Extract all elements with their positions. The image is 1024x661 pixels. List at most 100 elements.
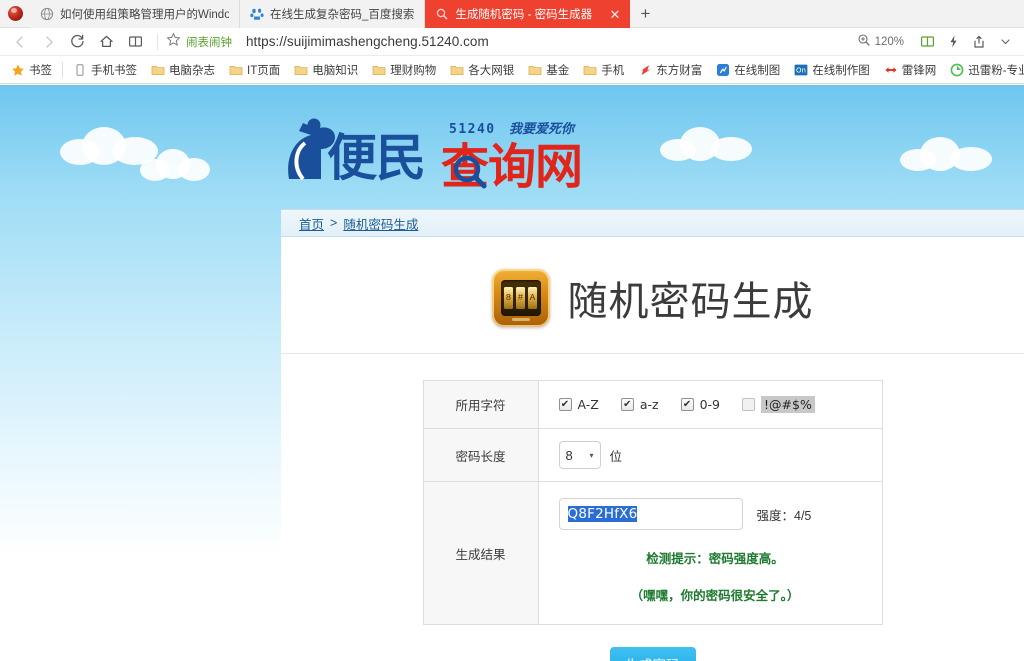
phone-icon (73, 63, 87, 77)
form-row-charset: 所用字符 ✔ A-Z ✔ a-z ✔ 0-9 !@#$% (422, 380, 883, 429)
charset-option-label: 0-9 (699, 397, 721, 412)
bookmark-item-12[interactable]: 雷锋网 (877, 59, 944, 81)
address-bar-url[interactable]: https://suijimimashengcheng.51240.com (244, 34, 855, 49)
eastmoney-icon (638, 63, 652, 77)
on-icon: On (794, 63, 808, 77)
bookmark-item-1[interactable]: 手机书签 (66, 59, 144, 81)
book-icon[interactable] (914, 30, 940, 54)
charset-option-digits[interactable]: ✔ 0-9 (680, 397, 721, 412)
charset-option-symbols[interactable]: !@#$% (742, 396, 815, 413)
length-unit-label: 位 (609, 449, 623, 464)
zoom-level-label: 120% (874, 35, 904, 48)
password-hint-secondary: （嘿嘿，你的密码很安全了。） (630, 589, 800, 603)
result-row-label: 生成结果 (422, 481, 539, 625)
bookmark-shortcut-label: 闹表闹钟 (186, 36, 232, 49)
password-strength-label: 强度：4/5 (756, 508, 812, 523)
bookmark-item-3[interactable]: IT页面 (222, 59, 287, 81)
back-button[interactable] (6, 30, 33, 54)
bookmark-item-10[interactable]: 在线制图 (709, 59, 787, 81)
share-icon[interactable] (966, 30, 992, 54)
bookmark-label: 手机书签 (91, 64, 137, 77)
charset-row-value: ✔ A-Z ✔ a-z ✔ 0-9 !@#$% (537, 380, 883, 429)
chart-icon (716, 63, 730, 77)
folder-icon (450, 63, 464, 77)
password-length-select[interactable]: 8 ▾ (558, 441, 601, 469)
breadcrumb-home-link[interactable]: 首页 (299, 214, 324, 233)
star-icon (11, 63, 25, 77)
tab-strip: 如何使用组策略管理用户的Windows 在线生成复杂密码_百度搜索 生成随机密码… (0, 0, 1024, 28)
browser-tab-1[interactable]: 如何使用组策略管理用户的Windows (30, 0, 240, 28)
checkbox-checked-icon[interactable]: ✔ (680, 398, 694, 411)
bookmark-label: IT页面 (247, 64, 281, 77)
browser-tab-3-active[interactable]: 生成随机密码 - 密码生成器 ✕ (425, 0, 631, 28)
bookmark-item-7[interactable]: 基金 (521, 59, 576, 81)
bookmark-item-8[interactable]: 手机 (576, 59, 631, 81)
bookmark-item-5[interactable]: 理财购物 (365, 59, 443, 81)
globe-icon (40, 7, 54, 21)
tab-title: 在线生成复杂密码_百度搜索 (270, 9, 415, 21)
magnifier-plus-icon (857, 33, 871, 50)
generate-password-button[interactable]: 生成密码 (609, 647, 696, 661)
folder-icon (151, 63, 165, 77)
bookmarks-divider (62, 61, 63, 78)
page-title-row: 8 # A 随机密码生成 (281, 237, 1024, 354)
lightning-icon[interactable] (940, 30, 966, 54)
chevron-down-icon[interactable] (992, 30, 1018, 54)
folder-icon (372, 63, 386, 77)
toolbar-divider (157, 33, 158, 50)
bookmark-label: 手机 (601, 64, 625, 77)
length-row-label: 密码长度 (422, 428, 539, 482)
toolbar-right-actions: 120% (857, 30, 1018, 54)
password-generator-form: 所用字符 ✔ A-Z ✔ a-z ✔ 0-9 !@#$% 密码长度 8 ▾ 位 … (422, 380, 883, 625)
browser-tab-2[interactable]: 在线生成复杂密码_百度搜索 (240, 0, 426, 28)
folder-icon (229, 63, 243, 77)
checkbox-unchecked-icon[interactable] (742, 398, 756, 411)
charset-row-label: 所用字符 (422, 380, 539, 429)
bookmark-label: 电脑杂志 (169, 64, 215, 77)
browser-logo-icon (0, 0, 30, 27)
charset-option-label: A-Z (577, 397, 599, 412)
bookmark-item-0[interactable]: 书签 (4, 59, 59, 81)
logo-tagline-number: 51240 (449, 122, 496, 137)
bookmark-shortcut[interactable]: 闹表闹钟 (166, 31, 232, 52)
xunlei-icon (950, 63, 964, 77)
bookmark-item-13[interactable]: 迅雷粉-专业的迅雷 (943, 59, 1024, 81)
checkbox-checked-icon[interactable]: ✔ (558, 398, 572, 411)
zoom-indicator[interactable]: 120% (857, 33, 904, 50)
bookmark-item-2[interactable]: 电脑杂志 (144, 59, 222, 81)
reload-button[interactable] (64, 30, 91, 54)
bookmark-label: 雷锋网 (901, 64, 937, 77)
bookmarks-bar: 书签 手机书签 电脑杂志 IT页面 电脑知识 理财购物 各大网银 基金 手机 东… (0, 56, 1024, 84)
folder-icon (294, 63, 308, 77)
bookmark-label: 电脑知识 (312, 64, 359, 77)
breadcrumb-current-link[interactable]: 随机密码生成 (343, 214, 418, 233)
site-logo[interactable]: 便民 51240 我要爱死你 查询网 (281, 113, 601, 195)
breadcrumb-separator: > (330, 216, 338, 230)
new-tab-button[interactable]: + (630, 0, 660, 27)
bookmark-item-4[interactable]: 电脑知识 (287, 59, 365, 81)
reader-view-button[interactable] (122, 30, 149, 54)
checkbox-checked-icon[interactable]: ✔ (620, 398, 634, 411)
bookmark-item-9[interactable]: 东方财富 (631, 59, 709, 81)
forward-button[interactable] (35, 30, 62, 54)
tab-title: 如何使用组策略管理用户的Windows (60, 9, 229, 21)
charset-option-upper[interactable]: ✔ A-Z (558, 397, 599, 412)
generated-password-input[interactable]: Q8F2HfX6 (558, 498, 743, 530)
generate-button-row: 生成密码 (281, 647, 1024, 661)
page-body: 8 # A 随机密码生成 所用字符 ✔ A-Z ✔ a-z ✔ 0-9 !@#$… (281, 237, 1024, 661)
bookmark-label: 理财购物 (390, 64, 437, 77)
folder-icon (583, 63, 597, 77)
magnifier-icon (435, 7, 449, 21)
svg-text:On: On (796, 66, 806, 74)
close-icon[interactable]: ✕ (604, 8, 621, 21)
bookmark-item-11[interactable]: On 在线制作图 (787, 59, 877, 81)
charset-option-label: a-z (639, 397, 659, 412)
browser-window: 如何使用组策略管理用户的Windows 在线生成复杂密码_百度搜索 生成随机密码… (0, 0, 1024, 661)
bookmark-label: 在线制作图 (812, 64, 870, 77)
home-button[interactable] (93, 30, 120, 54)
cloud-decoration-2 (140, 149, 210, 181)
bookmark-item-6[interactable]: 各大网银 (443, 59, 521, 81)
form-row-result: 生成结果 Q8F2HfX6 强度：4/5 检测提示：密码强度高。 （嘿嘿，你的密… (422, 481, 883, 625)
charset-option-lower[interactable]: ✔ a-z (620, 397, 659, 412)
page-title: 随机密码生成 (567, 279, 814, 325)
